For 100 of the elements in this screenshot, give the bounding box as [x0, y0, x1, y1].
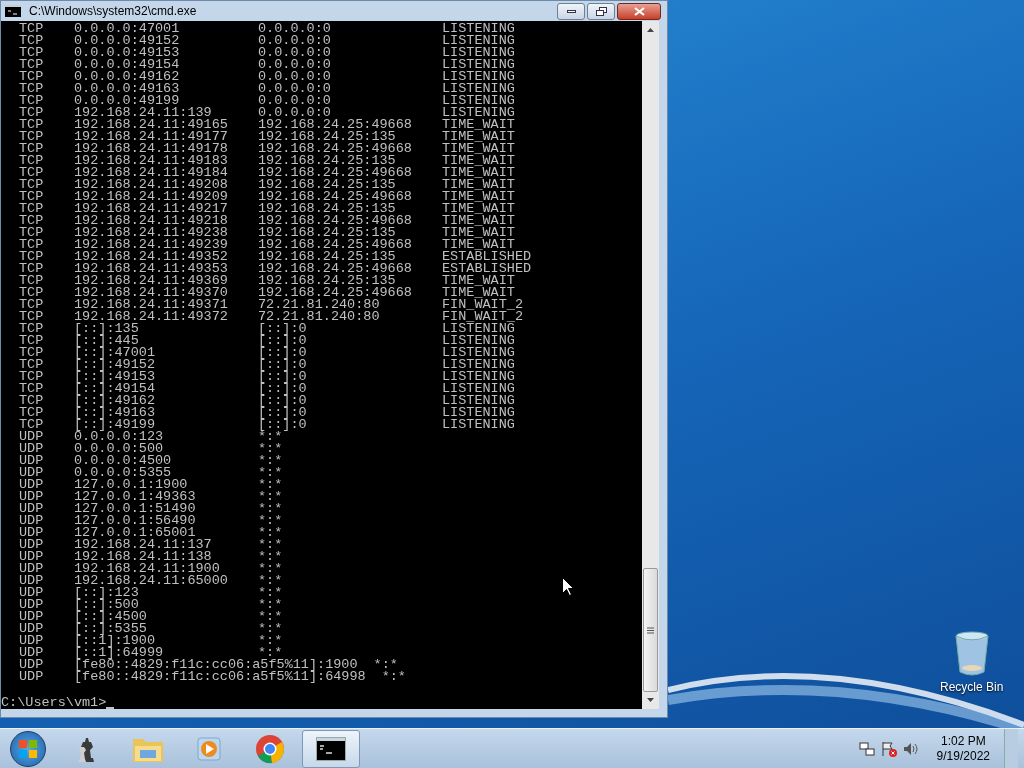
- minimize-icon: [566, 9, 576, 13]
- local-address-text: 0.0.0.0:49152: [74, 35, 181, 47]
- foreign-address-text: [::]:0: [258, 359, 308, 371]
- protocol-text: UDP: [19, 587, 45, 599]
- state-text: ESTABLISHED: [442, 263, 532, 275]
- icon-label[interactable]: Recycle Bin: [940, 678, 1004, 696]
- protocol-text: UDP: [19, 455, 45, 467]
- state-text: TIME_WAIT: [442, 191, 515, 203]
- protocol-text: TCP: [19, 131, 45, 143]
- protocol-text: TCP: [19, 23, 45, 35]
- state-text: LISTENING: [442, 95, 515, 107]
- protocol-text: TCP: [19, 395, 45, 407]
- local-address-text: 192.168.24.11:49165: [74, 119, 229, 131]
- state-text: FIN_WAIT_2: [442, 311, 523, 323]
- local-address-text: 192.168.24.11:49371: [74, 299, 229, 311]
- window-title: C:\Windows\system32\cmd.exe: [29, 3, 197, 20]
- protocol-text: TCP: [19, 371, 45, 383]
- protocol-text: TCP: [19, 311, 45, 323]
- trash-bin-icon[interactable]: [953, 630, 990, 676]
- protocol-text: TCP: [19, 143, 45, 155]
- local-address-text: 0.0.0.0:47001: [74, 23, 181, 35]
- foreign-address-text: 192.168.24.25:135: [258, 131, 396, 143]
- local-address-text: [::1]:64999: [74, 647, 164, 659]
- foreign-address-text: *:*: [258, 563, 284, 575]
- protocol-text: TCP: [19, 179, 45, 191]
- state-text: LISTENING: [442, 71, 515, 83]
- local-address-text: 192.168.24.11:49178: [74, 143, 229, 155]
- local-address-text: 192.168.24.11:49370: [74, 287, 229, 299]
- foreign-address-text: *:*: [258, 551, 284, 563]
- state-text: TIME_WAIT: [442, 167, 515, 179]
- browser-icon: [255, 733, 285, 764]
- local-address-text: 127.0.0.1:1900: [74, 479, 188, 491]
- cursor-icon: [106, 707, 115, 709]
- terminal-icon: [5, 5, 21, 17]
- local-address-text: 192.168.24.11:49177: [74, 131, 229, 143]
- foreign-address-text: [::]:0: [258, 371, 308, 383]
- start-button[interactable]: [10, 730, 46, 767]
- protocol-text: TCP: [19, 359, 45, 371]
- state-text: LISTENING: [442, 359, 515, 371]
- clock[interactable]: 1:02 PM 9/19/2022: [936, 733, 990, 764]
- foreign-address-text: 192.168.24.25:49668: [258, 143, 413, 155]
- flag-warning-icon[interactable]: [880, 740, 897, 757]
- state-text: TIME_WAIT: [442, 203, 515, 215]
- local-address-text: 192.168.24.11:49183: [74, 155, 229, 167]
- taskbar-app-button[interactable]: [302, 729, 360, 768]
- foreign-address-text: 0.0.0.0:0: [258, 47, 332, 59]
- close-button[interactable]: [617, 2, 661, 20]
- protocol-text: UDP: [19, 563, 45, 575]
- local-address-text: 0.0.0.0:5355: [74, 467, 172, 479]
- protocol-text: UDP: [19, 659, 45, 671]
- protocol-text: TCP: [19, 215, 45, 227]
- restore-button[interactable]: [587, 2, 615, 20]
- protocol-text: UDP: [19, 527, 45, 539]
- local-address-text: 127.0.0.1:65001: [74, 527, 196, 539]
- vertical-scrollbar[interactable]: [642, 21, 659, 709]
- foreign-address-text: [::]:0: [258, 383, 308, 395]
- local-address-text: [::]:49153: [74, 371, 156, 383]
- foreign-address-text: 192.168.24.25:49668: [258, 167, 413, 179]
- protocol-text: TCP: [19, 335, 45, 347]
- state-text: TIME_WAIT: [442, 227, 515, 239]
- state-text: TIME_WAIT: [442, 239, 515, 251]
- foreign-address-text: *:*: [258, 491, 284, 503]
- foreign-address-text: 0.0.0.0:0: [258, 23, 332, 35]
- foreign-address-text: 0.0.0.0:0: [258, 83, 332, 95]
- local-address-text: 192.168.24.11:49209: [74, 191, 229, 203]
- foreign-address-text: *:*: [258, 587, 284, 599]
- state-text: TIME_WAIT: [442, 119, 515, 131]
- state-text: LISTENING: [442, 59, 515, 71]
- foreign-address-text: 192.168.24.25:49668: [258, 287, 413, 299]
- foreign-address-text: 0.0.0.0:0: [258, 107, 331, 119]
- protocol-text: TCP: [19, 83, 45, 95]
- protocol-text: TCP: [19, 191, 45, 203]
- local-address-text: [::]:123: [74, 587, 140, 599]
- minimize-button[interactable]: [557, 2, 585, 20]
- protocol-text: UDP: [19, 539, 45, 551]
- foreign-address-text: *:*: [258, 635, 284, 647]
- protocol-text: TCP: [19, 251, 45, 263]
- scroll-thumb[interactable]: [643, 568, 658, 692]
- local-address-text: 0.0.0.0:49162: [74, 71, 181, 83]
- local-address-text: [::]:135: [74, 323, 140, 335]
- protocol-text: TCP: [19, 407, 45, 419]
- state-text: TIME_WAIT: [442, 155, 515, 167]
- local-address-text: [::1]:1900: [74, 635, 155, 647]
- local-address-text: 0.0.0.0:49153: [74, 47, 181, 59]
- local-address-text: [::]:49199: [74, 419, 155, 431]
- foreign-address-text: 72.21.81.240:80: [258, 311, 381, 323]
- foreign-address-text: 192.168.24.25:135: [258, 179, 396, 191]
- local-address-text: 127.0.0.1:49363: [74, 491, 197, 503]
- local-address-text: 0.0.0.0:123: [74, 431, 165, 443]
- local-address-text: [::]:500: [74, 599, 139, 611]
- local-address-text: 192.168.24.11:49239: [74, 239, 229, 251]
- state-text: LISTENING: [442, 23, 515, 35]
- foreign-address-text: *:*: [258, 647, 283, 659]
- protocol-text: TCP: [19, 287, 45, 299]
- local-address-text: [::]:49162: [74, 395, 156, 407]
- state-text: TIME_WAIT: [442, 179, 515, 191]
- windows-logo-icon: [19, 739, 37, 758]
- state-text: LISTENING: [442, 407, 515, 419]
- protocol-text: TCP: [19, 263, 45, 275]
- network-icon[interactable]: [858, 740, 875, 757]
